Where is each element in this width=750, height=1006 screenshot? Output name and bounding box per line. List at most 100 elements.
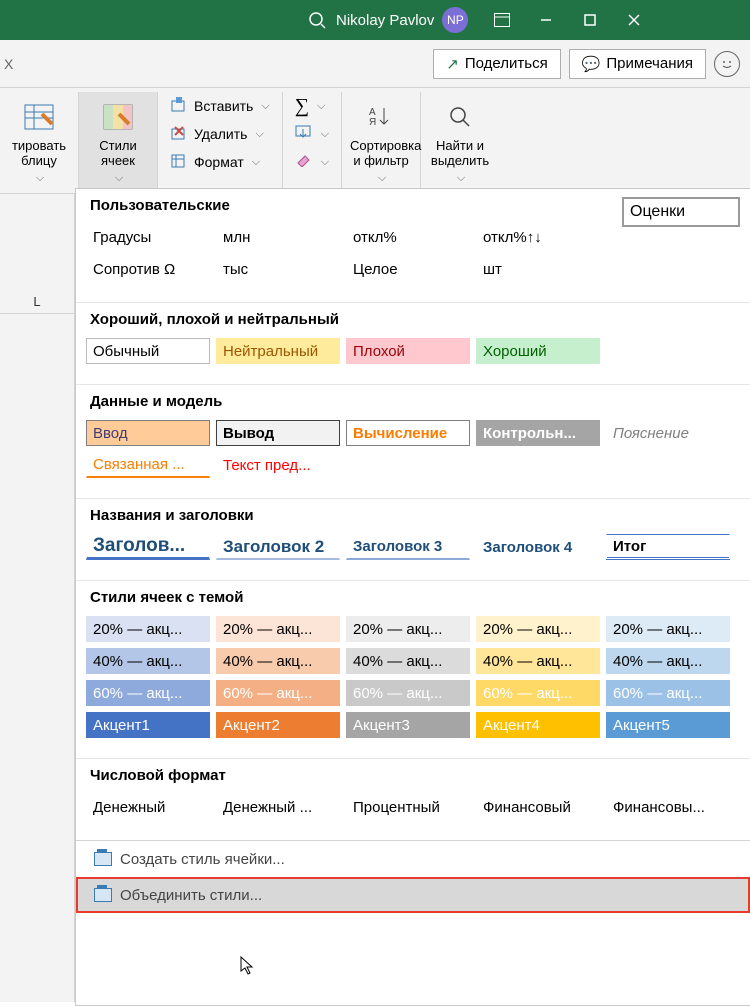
style-currency[interactable]: Денежный [86,794,210,820]
style-heading-2[interactable]: Заголовок 2 [216,534,340,560]
cells-group: Вставить Удалить Формат [158,92,283,189]
style-swatch[interactable]: Сопротив Ω [86,256,210,282]
find-select-button[interactable]: Найти и выделить [429,96,491,185]
insert-icon [170,97,188,115]
style-accent-20-5[interactable]: 20% — акц... [606,616,730,642]
style-accent-2[interactable]: Акцент2 [216,712,340,738]
section-custom: Пользовательские Градусы млн откл% откл%… [76,189,750,303]
style-accent-20-2[interactable]: 20% — акц... [216,616,340,642]
share-button[interactable]: ↗ Поделиться [433,49,560,79]
fill-button[interactable] [291,120,333,148]
merge-styles-button[interactable]: Объединить стили... [76,877,750,913]
style-explanatory[interactable]: Пояснение [606,420,730,446]
style-accent-60-1[interactable]: 60% — акц... [86,680,210,706]
style-accent-20-1[interactable]: 20% — акц... [86,616,210,642]
style-accent-60-4[interactable]: 60% — акц... [476,680,600,706]
style-warning-text[interactable]: Текст пред... [216,452,340,478]
section-title: Пользовательские [86,197,622,214]
delete-button[interactable]: Удалить [166,120,274,148]
clear-button[interactable] [291,148,333,176]
style-currency-0[interactable]: Денежный ... [216,794,340,820]
style-heading-4[interactable]: Заголовок 4 [476,534,600,560]
style-accent-60-5[interactable]: 60% — акц... [606,680,730,706]
style-accent-20-3[interactable]: 20% — акц... [346,616,470,642]
table-icon [8,100,70,134]
ribbon-display-icon[interactable] [480,0,524,40]
section-good-bad-neutral: Хороший, плохой и нейтральный Обычный Не… [76,303,750,385]
share-icon: ↗ [446,55,459,73]
sort-filter-button[interactable]: АЯ Сортировка и фильтр [350,96,412,185]
format-as-table-button[interactable]: тировать блицу [8,96,70,185]
editing-group-1: ∑ [283,92,342,189]
style-accent-40-4[interactable]: 40% — акц... [476,648,600,674]
style-comma-0[interactable]: Финансовы... [606,794,730,820]
style-accent-40-2[interactable]: 40% — акц... [216,648,340,674]
autosum-button[interactable]: ∑ [291,92,333,120]
search-icon[interactable] [308,11,326,29]
style-percent[interactable]: Процентный [346,794,470,820]
style-output[interactable]: Вывод [216,420,340,446]
style-search-input[interactable]: Оценки [622,197,740,227]
section-themed: Стили ячеек с темой 20% — акц... 20% — а… [76,581,750,759]
style-input[interactable]: Ввод [86,420,210,446]
minimize-icon[interactable] [524,0,568,40]
format-table-label: тировать блицу [8,138,70,169]
find-select-group: Найти и выделить [421,92,499,189]
style-linked-cell[interactable]: Связанная ... [86,452,210,478]
new-style-label: Создать стиль ячейки... [120,851,285,868]
cell-styles-gallery: Пользовательские Градусы млн откл% откл%… [75,188,750,1006]
sort-filter-label: Сортировка и фильтр [350,138,412,169]
style-accent-3[interactable]: Акцент3 [346,712,470,738]
format-button[interactable]: Формат [166,148,274,176]
style-swatch[interactable]: откл% [346,224,470,250]
comments-label: Примечания [606,55,693,72]
style-swatch[interactable]: шт [476,256,600,282]
style-swatch[interactable]: Градусы [86,224,210,250]
style-swatch[interactable]: млн [216,224,340,250]
style-accent-1[interactable]: Акцент1 [86,712,210,738]
style-accent-60-3[interactable]: 60% — акц... [346,680,470,706]
style-total[interactable]: Итог [606,534,730,560]
style-normal[interactable]: Обычный [86,338,210,364]
style-accent-60-2[interactable]: 60% — акц... [216,680,340,706]
maximize-icon[interactable] [568,0,612,40]
style-swatch[interactable]: Целое [346,256,470,282]
style-bad[interactable]: Плохой [346,338,470,364]
style-heading-1[interactable]: Заголов... [86,534,210,560]
style-swatch[interactable]: тыс [216,256,340,282]
format-table-group: тировать блицу [0,92,79,189]
style-heading-3[interactable]: Заголовок 3 [346,534,470,560]
sigma-icon: ∑ [295,95,309,118]
style-accent-40-3[interactable]: 40% — акц... [346,648,470,674]
style-comma[interactable]: Финансовый [476,794,600,820]
share-label: Поделиться [465,55,548,72]
style-accent-20-4[interactable]: 20% — акц... [476,616,600,642]
feedback-icon[interactable] [714,51,740,77]
cell-styles-group: Стили ячеек [79,92,158,189]
new-cell-style-button[interactable]: Создать стиль ячейки... [76,841,750,877]
delete-icon [170,125,188,143]
section-number-format: Числовой формат Денежный Денежный ... Пр… [76,759,750,840]
style-calculation[interactable]: Вычисление [346,420,470,446]
style-accent-40-1[interactable]: 40% — акц... [86,648,210,674]
close-icon[interactable] [612,0,656,40]
style-accent-4[interactable]: Акцент4 [476,712,600,738]
style-neutral[interactable]: Нейтральный [216,338,340,364]
style-good[interactable]: Хороший [476,338,600,364]
style-accent-5[interactable]: Акцент5 [606,712,730,738]
find-icon [429,100,491,134]
gallery-commands: Создать стиль ячейки... Объединить стили… [76,840,750,913]
style-check-cell[interactable]: Контрольн... [476,420,600,446]
insert-button[interactable]: Вставить [166,92,274,120]
sort-filter-icon: АЯ [350,100,412,134]
avatar[interactable]: NP [442,7,468,33]
svg-text:Я: Я [369,117,376,128]
column-header-l[interactable]: L [0,290,74,314]
cell-styles-icon [87,100,149,134]
section-title: Данные и модель [86,393,740,410]
section-title: Стили ячеек с темой [86,589,740,606]
style-accent-40-5[interactable]: 40% — акц... [606,648,730,674]
comments-button[interactable]: 💬 Примечания [569,49,706,79]
cell-styles-button[interactable]: Стили ячеек [87,96,149,185]
style-swatch[interactable]: откл%↑↓ [476,224,600,250]
